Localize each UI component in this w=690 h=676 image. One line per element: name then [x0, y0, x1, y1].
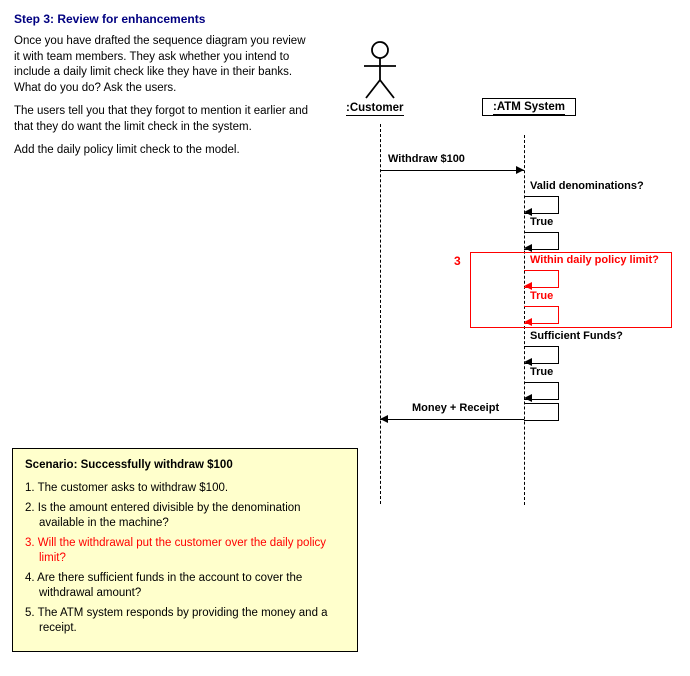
- system-label: :ATM System: [482, 98, 576, 116]
- scenario-item-4: 4. Are there sufficient funds in the acc…: [25, 571, 345, 602]
- msg-true3: True: [530, 366, 553, 378]
- arrow-return-line: [380, 419, 524, 420]
- scenario-item-3: 3. Will the withdrawal put the customer …: [25, 536, 345, 567]
- msg-withdraw: Withdraw $100: [388, 153, 465, 165]
- scenario-item-2: 2. Is the amount entered divisible by th…: [25, 501, 345, 532]
- self-daily-limit-arrow: [524, 282, 532, 290]
- paragraph-1: Once you have drafted the sequence diagr…: [14, 34, 314, 96]
- arrow-withdraw-head: [516, 166, 524, 174]
- actor-icon: [360, 40, 400, 100]
- step-title: Step 3: Review for enhancements: [14, 12, 690, 26]
- scenario-item-1: 1. The customer asks to withdraw $100.: [25, 481, 345, 497]
- self-true1-arrow: [524, 244, 532, 252]
- paragraph-2: The users tell you that they forgot to m…: [14, 104, 314, 135]
- msg-money-receipt: Money + Receipt: [412, 402, 499, 414]
- self-true2-arrow: [524, 318, 532, 326]
- self-true3-arrow: [524, 394, 532, 402]
- step-number-label: 3: [454, 254, 461, 268]
- msg-valid-denom: Valid denominations?: [530, 180, 644, 192]
- lifeline-customer: [380, 124, 381, 504]
- arrow-return-head: [380, 415, 388, 423]
- actor-label: :Customer: [346, 102, 404, 114]
- msg-true2: True: [530, 290, 553, 302]
- self-valid-denom-arrow: [524, 208, 532, 216]
- msg-true1: True: [530, 216, 553, 228]
- msg-suff-funds: Sufficient Funds?: [530, 330, 623, 342]
- scenario-item-5: 5. The ATM system responds by providing …: [25, 606, 345, 637]
- sequence-diagram: :Customer :ATM System Withdraw $100 Vali…: [340, 40, 680, 480]
- self-suff-funds-arrow: [524, 358, 532, 366]
- scenario-panel: Scenario: Successfully withdraw $100 1. …: [12, 448, 358, 652]
- paragraph-3: Add the daily policy limit check to the …: [14, 143, 314, 159]
- self-return-origin: [524, 403, 559, 421]
- scenario-title: Scenario: Successfully withdraw $100: [25, 459, 345, 471]
- arrow-withdraw-line: [380, 170, 524, 171]
- msg-daily-limit: Within daily policy limit?: [530, 254, 659, 266]
